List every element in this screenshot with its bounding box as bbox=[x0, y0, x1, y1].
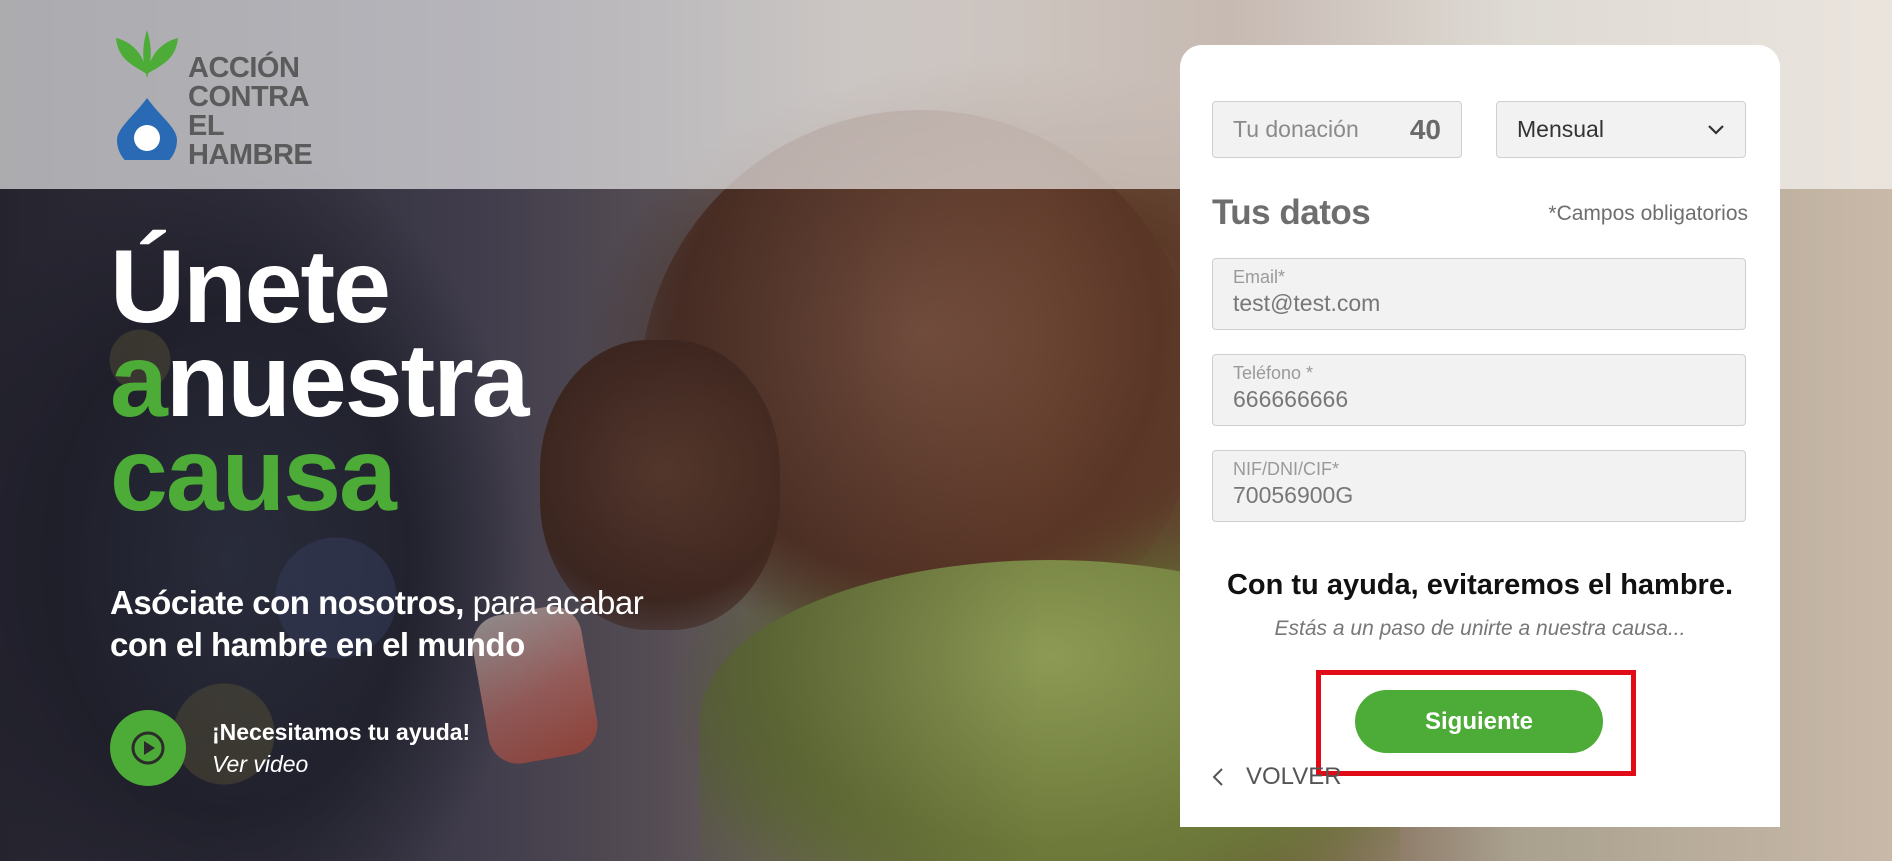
phone-label: Teléfono * bbox=[1233, 363, 1314, 383]
phone-field[interactable]: Teléfono * 666666666 bbox=[1212, 354, 1746, 426]
back-label: VOLVER bbox=[1246, 763, 1342, 790]
subhead-line-2: con el hambre en el mundo bbox=[110, 626, 525, 663]
cta-title: Con tu ayuda, evitaremos el hambre. bbox=[1226, 569, 1734, 601]
nif-field[interactable]: NIF/DNI/CIF* 70056900G bbox=[1212, 450, 1746, 522]
next-button[interactable]: Siguiente bbox=[1355, 690, 1603, 753]
email-label: Email* bbox=[1233, 267, 1286, 287]
logo-wordmark: ACCIÓN CONTRA EL HAMBRE bbox=[188, 54, 342, 170]
subhead-bold: Asóciate con nosotros, bbox=[110, 584, 464, 621]
nif-value[interactable]: 70056900G bbox=[1233, 479, 1725, 511]
donation-amount-field[interactable]: Tu donación 40 bbox=[1212, 101, 1462, 158]
chevron-down-icon bbox=[1708, 124, 1724, 135]
frequency-value: Mensual bbox=[1517, 116, 1604, 142]
headline-line-2: anuestra bbox=[110, 329, 530, 433]
phone-value[interactable]: 666666666 bbox=[1233, 383, 1725, 415]
headline-line-3: causa bbox=[110, 417, 397, 533]
hero-headline: Únete anuestra causa bbox=[110, 229, 530, 533]
logo-line: HAMBRE bbox=[188, 139, 313, 171]
logo-line: ACCIÓN bbox=[188, 52, 300, 84]
brand-logo[interactable]: ACCIÓN CONTRA EL HAMBRE bbox=[112, 30, 342, 170]
section-title: Tus datos bbox=[1212, 193, 1371, 232]
video-link[interactable]: Ver video bbox=[212, 748, 470, 780]
donation-label: Tu donación bbox=[1233, 116, 1359, 142]
hero-subheading: Asóciate con nosotros, para acabar con e… bbox=[110, 582, 670, 666]
email-field[interactable]: Email* test@test.com bbox=[1212, 258, 1746, 330]
donation-form-card: Tu donación 40 Mensual Tus datos *Campos… bbox=[1180, 45, 1780, 827]
frequency-select[interactable]: Mensual bbox=[1496, 101, 1746, 158]
headline-line-1: Únete bbox=[110, 229, 391, 345]
email-value[interactable]: test@test.com bbox=[1233, 287, 1725, 319]
chevron-left-icon bbox=[1212, 767, 1224, 787]
video-cta[interactable]: ¡Necesitamos tu ayuda! Ver video bbox=[110, 710, 470, 786]
logo-leaf-drop-icon bbox=[116, 30, 178, 170]
video-text: ¡Necesitamos tu ayuda! Ver video bbox=[212, 716, 470, 780]
play-icon bbox=[131, 731, 165, 765]
cta-subtitle: Estás a un paso de unirte a nuestra caus… bbox=[1274, 617, 1686, 640]
back-link[interactable]: VOLVER bbox=[1212, 763, 1342, 791]
donation-value[interactable]: 40 bbox=[1410, 114, 1441, 146]
play-button[interactable] bbox=[110, 710, 186, 786]
logo-line: CONTRA EL bbox=[188, 81, 308, 142]
required-fields-note: *Campos obligatorios bbox=[1548, 202, 1748, 225]
subhead-regular: para acabar bbox=[463, 584, 644, 621]
nif-label: NIF/DNI/CIF* bbox=[1233, 459, 1339, 479]
video-need-label: ¡Necesitamos tu ayuda! bbox=[212, 719, 471, 745]
